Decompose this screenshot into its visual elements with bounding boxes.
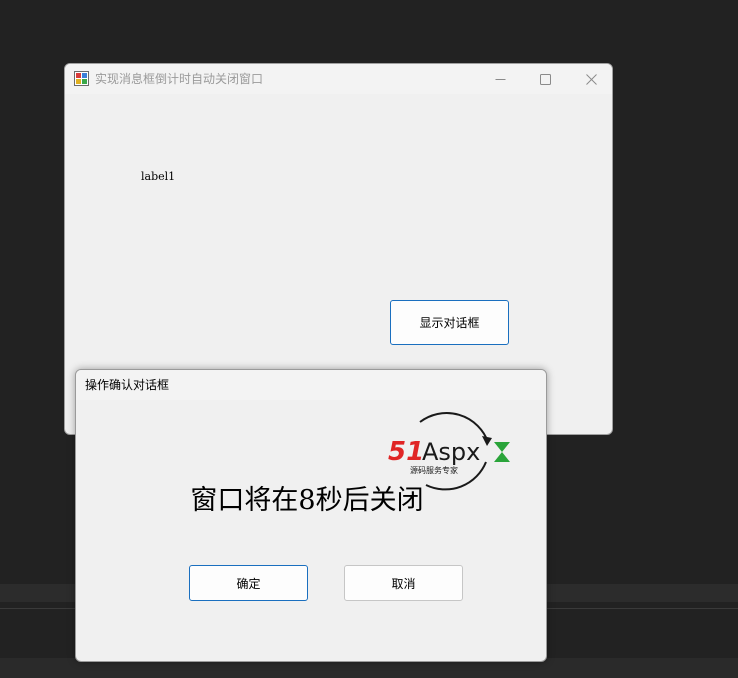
countdown-message: 窗口将在8秒后关闭 xyxy=(190,485,424,516)
close-icon xyxy=(585,73,597,85)
label1: label1 xyxy=(141,170,176,183)
maximize-button[interactable] xyxy=(522,64,568,94)
show-dialog-button[interactable]: 显示对话框 xyxy=(390,300,509,345)
cancel-button[interactable]: 取消 xyxy=(344,565,463,601)
minimize-icon xyxy=(495,78,505,80)
dialog-titlebar[interactable]: 操作确认对话框 xyxy=(76,370,546,400)
svg-text:51: 51 xyxy=(388,437,424,467)
maximize-icon xyxy=(539,73,551,85)
minimize-button[interactable] xyxy=(477,64,523,94)
dialog-title: 操作确认对话框 xyxy=(85,378,170,392)
app-icon xyxy=(74,71,89,86)
main-window-title: 实现消息框倒计时自动关闭窗口 xyxy=(95,72,264,86)
confirm-dialog: 操作确认对话框 51 Aspx 源码服务专家 窗口将在8秒后关闭 确定 取消 xyxy=(75,369,547,662)
close-button[interactable] xyxy=(568,64,612,94)
ok-button[interactable]: 确定 xyxy=(189,565,308,601)
svg-text:源码服务专家: 源码服务专家 xyxy=(410,465,458,475)
main-window-titlebar[interactable]: 实现消息框倒计时自动关闭窗口 xyxy=(65,64,612,94)
svg-text:Aspx: Aspx xyxy=(422,438,480,466)
